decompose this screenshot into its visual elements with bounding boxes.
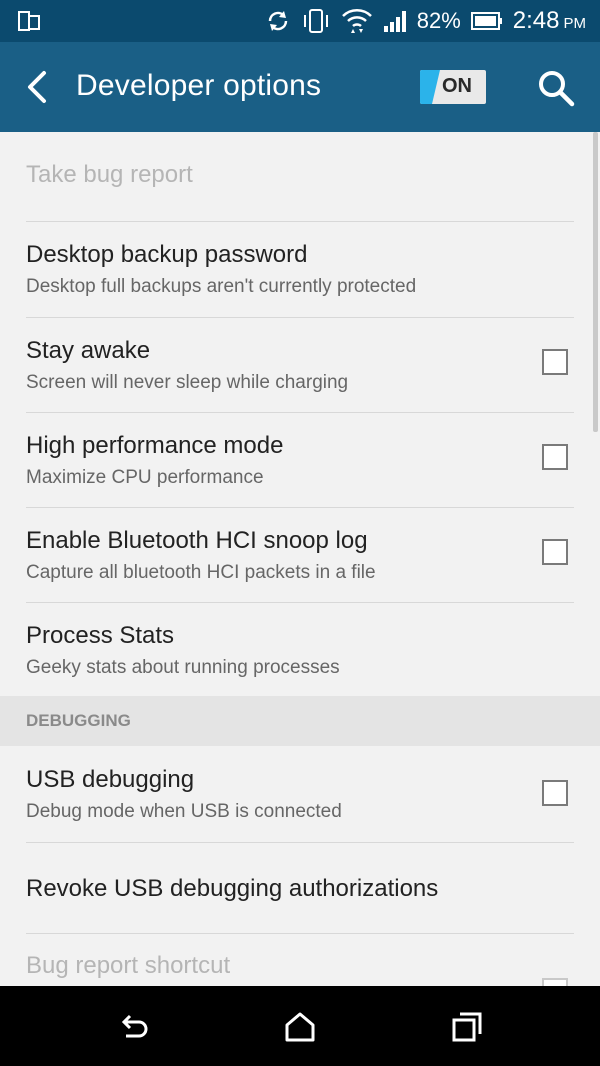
- bug-report-shortcut-checkbox[interactable]: [542, 978, 568, 986]
- scrollbar[interactable]: [593, 132, 598, 432]
- list-item-process-stats[interactable]: Process Stats Geeky stats about running …: [0, 603, 600, 696]
- list-item-high-performance-mode[interactable]: High performance mode Maximize CPU perfo…: [0, 413, 600, 508]
- item-subtitle: Geeky stats about running processes: [26, 657, 340, 678]
- nav-home-icon[interactable]: [283, 1010, 317, 1044]
- battery-percent: 82%: [416, 8, 461, 33]
- list-item-stay-awake[interactable]: Stay awake Screen will never sleep while…: [0, 318, 600, 413]
- status-bar: 82% 2:48 PM: [0, 0, 600, 42]
- page-title: Developer options: [76, 69, 322, 102]
- item-title: Take bug report: [26, 161, 193, 188]
- section-header-debugging: DEBUGGING: [0, 696, 600, 746]
- vibrate-icon: [303, 9, 328, 33]
- nav-recents-icon[interactable]: [450, 1010, 484, 1044]
- action-bar: Developer options ON: [0, 42, 600, 132]
- item-subtitle: Maximize CPU performance: [26, 467, 264, 488]
- section-label: DEBUGGING: [26, 711, 131, 730]
- high-performance-checkbox[interactable]: [542, 444, 568, 470]
- list-item-bug-report-shortcut[interactable]: Bug report shortcut: [0, 934, 600, 986]
- item-title: USB debugging: [26, 766, 195, 793]
- item-subtitle: Debug mode when USB is connected: [26, 801, 342, 822]
- list-item-desktop-backup-password[interactable]: Desktop backup password Desktop full bac…: [0, 222, 600, 318]
- wifi-icon: [341, 9, 372, 33]
- status-time-ampm: PM: [563, 15, 587, 32]
- usb-debugging-checkbox[interactable]: [542, 780, 568, 806]
- item-title: Bug report shortcut: [26, 952, 231, 979]
- sync-icon: [268, 11, 287, 31]
- bluetooth-hci-checkbox[interactable]: [542, 539, 568, 565]
- stay-awake-checkbox[interactable]: [542, 349, 568, 375]
- toggle-knob: [420, 70, 440, 104]
- item-subtitle: Desktop full backups aren't currently pr…: [26, 276, 417, 297]
- toggle-label: ON: [442, 75, 472, 97]
- item-title: Process Stats: [26, 622, 175, 649]
- item-subtitle: Screen will never sleep while charging: [26, 372, 349, 393]
- signal-icon: [383, 11, 406, 32]
- list-item-take-bug-report[interactable]: Take bug report: [0, 132, 600, 222]
- list-item-usb-debugging[interactable]: USB debugging Debug mode when USB is con…: [0, 746, 600, 843]
- item-title: Stay awake: [26, 337, 151, 364]
- item-subtitle: Capture all bluetooth HCI packets in a f…: [26, 562, 376, 583]
- developer-options-toggle[interactable]: ON: [420, 70, 486, 104]
- item-title: Desktop backup password: [26, 241, 308, 268]
- settings-list: Take bug report Desktop backup password …: [0, 132, 600, 986]
- item-title: High performance mode: [26, 432, 284, 459]
- screen-mirror-icon: [18, 11, 40, 31]
- navigation-bar: [0, 986, 600, 1066]
- back-arrow-icon[interactable]: [20, 69, 56, 105]
- status-time: 2:48 PM: [513, 7, 586, 35]
- battery-icon: [470, 12, 502, 30]
- list-item-revoke-usb-auth[interactable]: Revoke USB debugging authorizations: [0, 843, 600, 934]
- list-item-bluetooth-hci-snoop[interactable]: Enable Bluetooth HCI snoop log Capture a…: [0, 508, 600, 603]
- item-title: Enable Bluetooth HCI snoop log: [26, 527, 368, 554]
- item-title: Revoke USB debugging authorizations: [26, 875, 439, 902]
- status-time-value: 2:48: [512, 7, 560, 34]
- search-icon[interactable]: [536, 68, 576, 108]
- nav-back-icon[interactable]: [117, 1010, 151, 1044]
